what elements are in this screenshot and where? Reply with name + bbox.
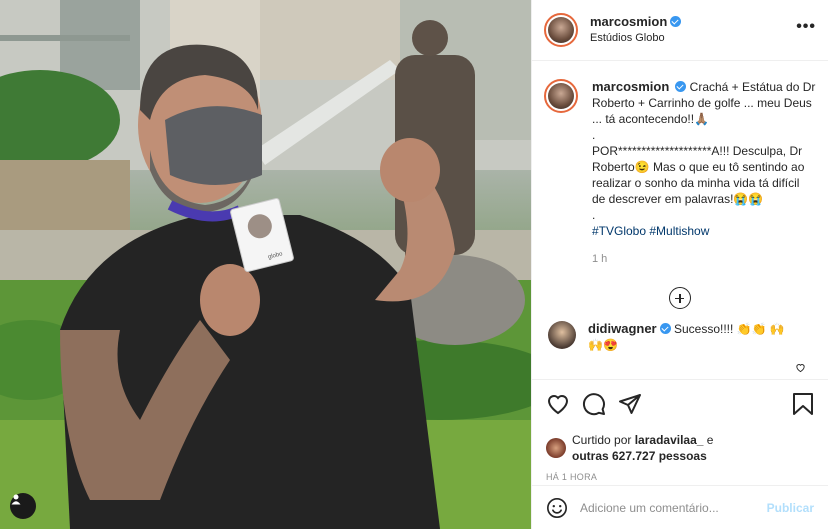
bookmark-icon[interactable] [792,392,814,416]
caption-line-2: POR********************A!!! Desculpa, Dr… [592,144,805,206]
photo-illustration [0,0,531,529]
caption-body: marcosmion Crachá + Estátua do Dr Robert… [592,79,816,267]
add-comment-bar: Publicar [532,485,828,529]
caption: marcosmion Crachá + Estátua do Dr Robert… [532,61,828,267]
caption-dot-1: . [592,128,596,142]
liker-avatar[interactable] [546,438,566,458]
likes-middle: e [706,433,714,447]
caption-dot-2: . [592,208,596,222]
caption-username[interactable]: marcosmion [592,79,669,94]
comment-input[interactable] [580,500,767,515]
liker-username[interactable]: laradavilaa_ [635,433,704,447]
load-more-comments-icon[interactable] [669,287,691,309]
comment-avatar[interactable] [548,321,576,349]
likes-others-link[interactable]: outras 627.727 pessoas [572,449,707,463]
comment-icon[interactable] [582,392,606,416]
verified-badge-icon [670,16,682,27]
likes-text: Curtido por laradavilaa_ e outras 627.72… [572,432,713,464]
caption-ago: 1 h [592,253,608,265]
author-avatar[interactable] [544,13,578,47]
post-actions: Curtido por laradavilaa_ e outras 627.72… [532,379,828,489]
action-icons [546,392,814,416]
comment-username[interactable]: didiwagner [588,321,657,336]
comment-like-icon[interactable] [795,362,806,373]
emoji-icon[interactable] [546,497,568,519]
share-icon[interactable] [618,392,642,416]
likes-prefix: Curtido por [572,433,632,447]
list-item: didiwagner Sucesso!!!! 👏👏 🙌🙌😍 [532,309,828,353]
publish-button[interactable]: Publicar [767,501,814,515]
heart-icon[interactable] [546,392,570,416]
comments-list[interactable]: marcosmion Crachá + Estátua do Dr Robert… [532,61,828,379]
post-side-panel: marcosmion Estúdios Globo ••• marcosmion… [531,0,828,529]
verified-badge-icon [675,81,687,92]
caption-avatar[interactable] [544,79,578,113]
post-header: marcosmion Estúdios Globo ••• [532,0,828,61]
comment-body: didiwagner Sucesso!!!! 👏👏 🙌🙌😍 [588,321,788,353]
user-tag-icon[interactable] [10,493,36,519]
likes-summary: Curtido por laradavilaa_ e outras 627.72… [546,432,814,464]
caption-hashtags[interactable]: #TVGlobo #Multishow [592,223,816,239]
more-horizontal-icon[interactable]: ••• [796,19,816,35]
author-username[interactable]: marcosmion [590,14,667,29]
author-info: marcosmion Estúdios Globo [590,14,682,46]
post-location[interactable]: Estúdios Globo [590,30,681,46]
post-timestamp[interactable]: HÁ 1 HORA [546,472,814,482]
verified-badge-icon [659,323,671,334]
post-photo[interactable]: globo [0,0,531,529]
